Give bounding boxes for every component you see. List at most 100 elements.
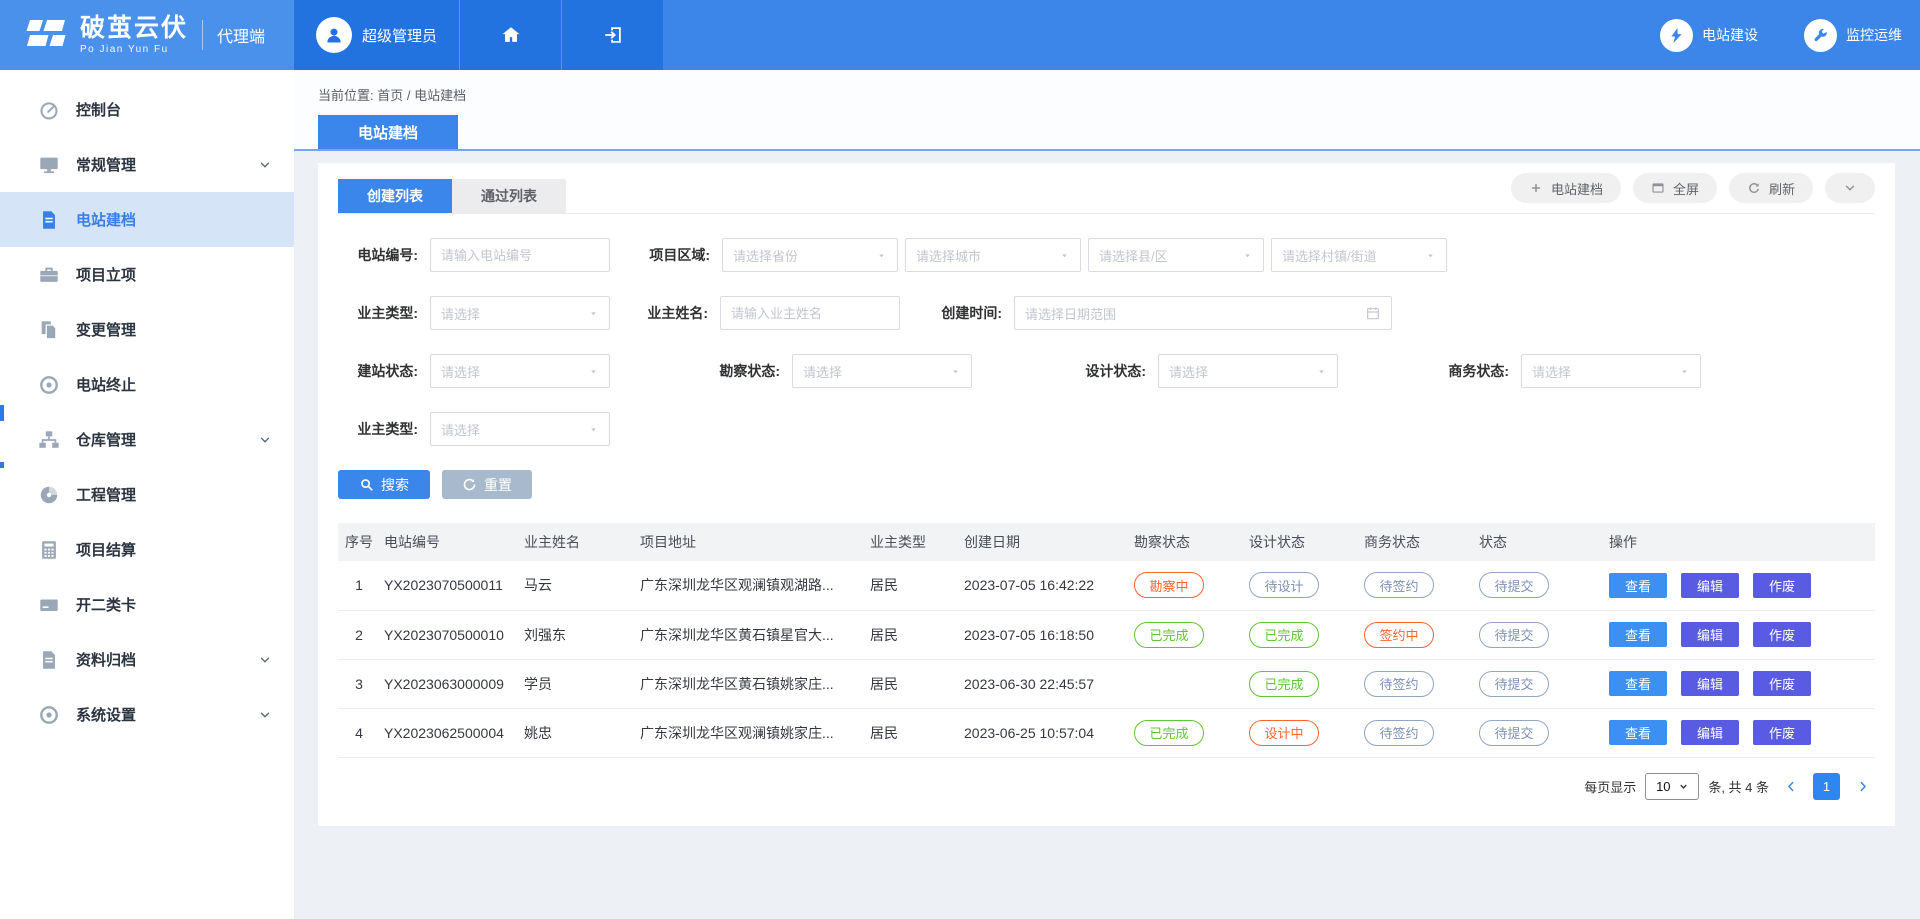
station-code-field[interactable]: [441, 248, 599, 263]
owner-type-select[interactable]: 请选择: [430, 296, 610, 330]
add-station-button[interactable]: 电站建档: [1511, 173, 1621, 203]
tab-create-list[interactable]: 创建列表: [338, 179, 452, 213]
view-button[interactable]: 查看: [1609, 671, 1667, 696]
scrollbar-tick[interactable]: [0, 405, 4, 421]
view-button[interactable]: 查看: [1609, 573, 1667, 598]
wrench-icon: [1804, 19, 1837, 52]
station-table-wrap: 序号电站编号业主姓名项目地址业主类型创建日期勘察状态设计状态商务状态状态操作 1…: [338, 523, 1875, 758]
filter-label-owner-type: 业主类型:: [338, 303, 418, 323]
survey-status-select[interactable]: 请选择: [792, 354, 972, 388]
logout-button[interactable]: [561, 0, 663, 70]
user-menu[interactable]: 超级管理员: [294, 0, 459, 70]
sidebar-item-project-settlement[interactable]: 项目结算: [0, 522, 294, 577]
column-header-2: 业主姓名: [520, 523, 636, 561]
select-placeholder: 请选择省份: [733, 246, 876, 265]
header-action-monitor-ops[interactable]: 监控运维: [1804, 19, 1902, 52]
owner-type-2-select[interactable]: 请选择: [430, 412, 610, 446]
owner-name-field[interactable]: [731, 306, 889, 321]
logo-edition: 代理端: [202, 20, 265, 50]
sidebar-item-project-approval[interactable]: 项目立项: [0, 247, 294, 302]
tab-passed-list[interactable]: 通过列表: [452, 179, 566, 213]
design-status-badge: 已完成: [1249, 671, 1319, 697]
cell-design-status: 待设计: [1245, 561, 1360, 610]
top-header: 破茧云伏 Po Jian Yun Fu 代理端 超级管理员 电站建设 监控运维: [0, 0, 1920, 70]
cell-survey-status: 已完成: [1130, 708, 1245, 757]
header-action-station-build[interactable]: 电站建设: [1660, 19, 1758, 52]
cell-owner-type: 居民: [866, 561, 960, 610]
edit-button[interactable]: 编辑: [1681, 671, 1739, 696]
column-header-0: 序号: [338, 523, 380, 561]
cell-station-code: YX2023062500004: [380, 708, 520, 757]
sidebar-item-data-archive[interactable]: 资料归档: [0, 632, 294, 687]
current-page-button[interactable]: 1: [1813, 773, 1840, 800]
chevron-down-icon: [258, 158, 272, 172]
sidebar-item-console[interactable]: 控制台: [0, 82, 294, 137]
void-button[interactable]: 作废: [1753, 622, 1811, 647]
refresh-icon: [1747, 181, 1761, 195]
fullscreen-button[interactable]: 全屏: [1633, 173, 1717, 203]
status-status-badge: 待提交: [1479, 671, 1549, 697]
void-button[interactable]: 作废: [1753, 671, 1811, 696]
sidebar-item-general-mgmt[interactable]: 常规管理: [0, 137, 294, 192]
pagination: 每页显示 10 条, 共 4 条 1: [338, 773, 1875, 800]
region-province-select[interactable]: 请选择省份: [722, 238, 898, 272]
region-county-select[interactable]: 请选择县/区: [1088, 238, 1264, 272]
view-button[interactable]: 查看: [1609, 720, 1667, 745]
sidebar-item-system-settings[interactable]: 系统设置: [0, 687, 294, 742]
main-content: 当前位置: 首页 / 电站建档 电站建档 创建列表通过列表 电站建档全屏刷新 电…: [294, 70, 1920, 919]
page-tab-station-archive[interactable]: 电站建档: [318, 115, 458, 149]
cell-address: 广东深圳龙华区黄石镇星官大...: [636, 610, 866, 659]
total-count-label: 条, 共 4 条: [1708, 777, 1769, 796]
cell-actions: 查看编辑作废: [1605, 659, 1875, 708]
void-button[interactable]: 作废: [1753, 573, 1811, 598]
filter-form: 电站编号:项目区域:请选择省份请选择城市请选择县/区请选择村镇/街道业主类型:请…: [338, 214, 1875, 446]
cell-created-date: 2023-06-30 22:45:57: [960, 659, 1130, 708]
edit-button[interactable]: 编辑: [1681, 720, 1739, 745]
region-town-select[interactable]: 请选择村镇/街道: [1271, 238, 1447, 272]
owner-name-input[interactable]: [720, 296, 900, 330]
breadcrumb-link-1[interactable]: 电站建档: [414, 88, 466, 103]
select-placeholder: 请选择城市: [916, 246, 1059, 265]
station-code-input[interactable]: [430, 238, 610, 272]
sidebar-item-second-class-card[interactable]: 开二类卡: [0, 577, 294, 632]
cell-index: 2: [338, 610, 380, 659]
logo-icon: [24, 17, 68, 53]
cell-station-code: YX2023070500011: [380, 561, 520, 610]
cell-index: 4: [338, 708, 380, 757]
sidebar-item-station-archive[interactable]: 电站建档: [0, 192, 294, 247]
design-status-select[interactable]: 请选择: [1158, 354, 1338, 388]
collapse-button[interactable]: [1825, 173, 1875, 203]
breadcrumb-link-0[interactable]: 首页: [377, 88, 403, 103]
scrollbar-tick[interactable]: [0, 462, 4, 468]
app-body: 控制台常规管理电站建档项目立项变更管理电站终止仓库管理工程管理项目结算开二类卡资…: [0, 70, 1920, 919]
created-time-date-input[interactable]: 请选择日期范围: [1014, 296, 1392, 330]
sidebar-item-engineering-mgmt[interactable]: 工程管理: [0, 467, 294, 522]
sidebar-item-warehouse-mgmt[interactable]: 仓库管理: [0, 412, 294, 467]
cell-owner-type: 居民: [866, 659, 960, 708]
doc-icon: [38, 649, 60, 671]
page-size-select[interactable]: 10: [1645, 773, 1699, 800]
home-button[interactable]: [459, 0, 561, 70]
business-status-select[interactable]: 请选择: [1521, 354, 1701, 388]
sidebar-item-label: 资料归档: [76, 649, 258, 670]
target-icon: [38, 374, 60, 396]
sidebar-item-station-terminate[interactable]: 电站终止: [0, 357, 294, 412]
filter-label-region-province: 项目区域:: [630, 245, 710, 265]
prev-page-button[interactable]: [1778, 773, 1804, 800]
sidebar-item-label: 电站建档: [76, 209, 272, 230]
next-page-button[interactable]: [1849, 773, 1875, 800]
logo[interactable]: 破茧云伏 Po Jian Yun Fu 代理端: [0, 0, 294, 70]
view-button[interactable]: 查看: [1609, 622, 1667, 647]
edit-button[interactable]: 编辑: [1681, 573, 1739, 598]
edit-button[interactable]: 编辑: [1681, 622, 1739, 647]
void-button[interactable]: 作废: [1753, 720, 1811, 745]
search-button[interactable]: 搜索: [338, 470, 430, 499]
refresh-button[interactable]: 刷新: [1729, 173, 1813, 203]
sidebar-item-change-mgmt[interactable]: 变更管理: [0, 302, 294, 357]
filter-row-0: 电站编号:项目区域:请选择省份请选择城市请选择县/区请选择村镇/街道: [338, 238, 1875, 272]
column-header-10: 操作: [1605, 523, 1875, 561]
reset-button[interactable]: 重置: [442, 470, 532, 499]
build-status-select[interactable]: 请选择: [430, 354, 610, 388]
status-status-badge: 待提交: [1479, 572, 1549, 598]
region-city-select[interactable]: 请选择城市: [905, 238, 1081, 272]
